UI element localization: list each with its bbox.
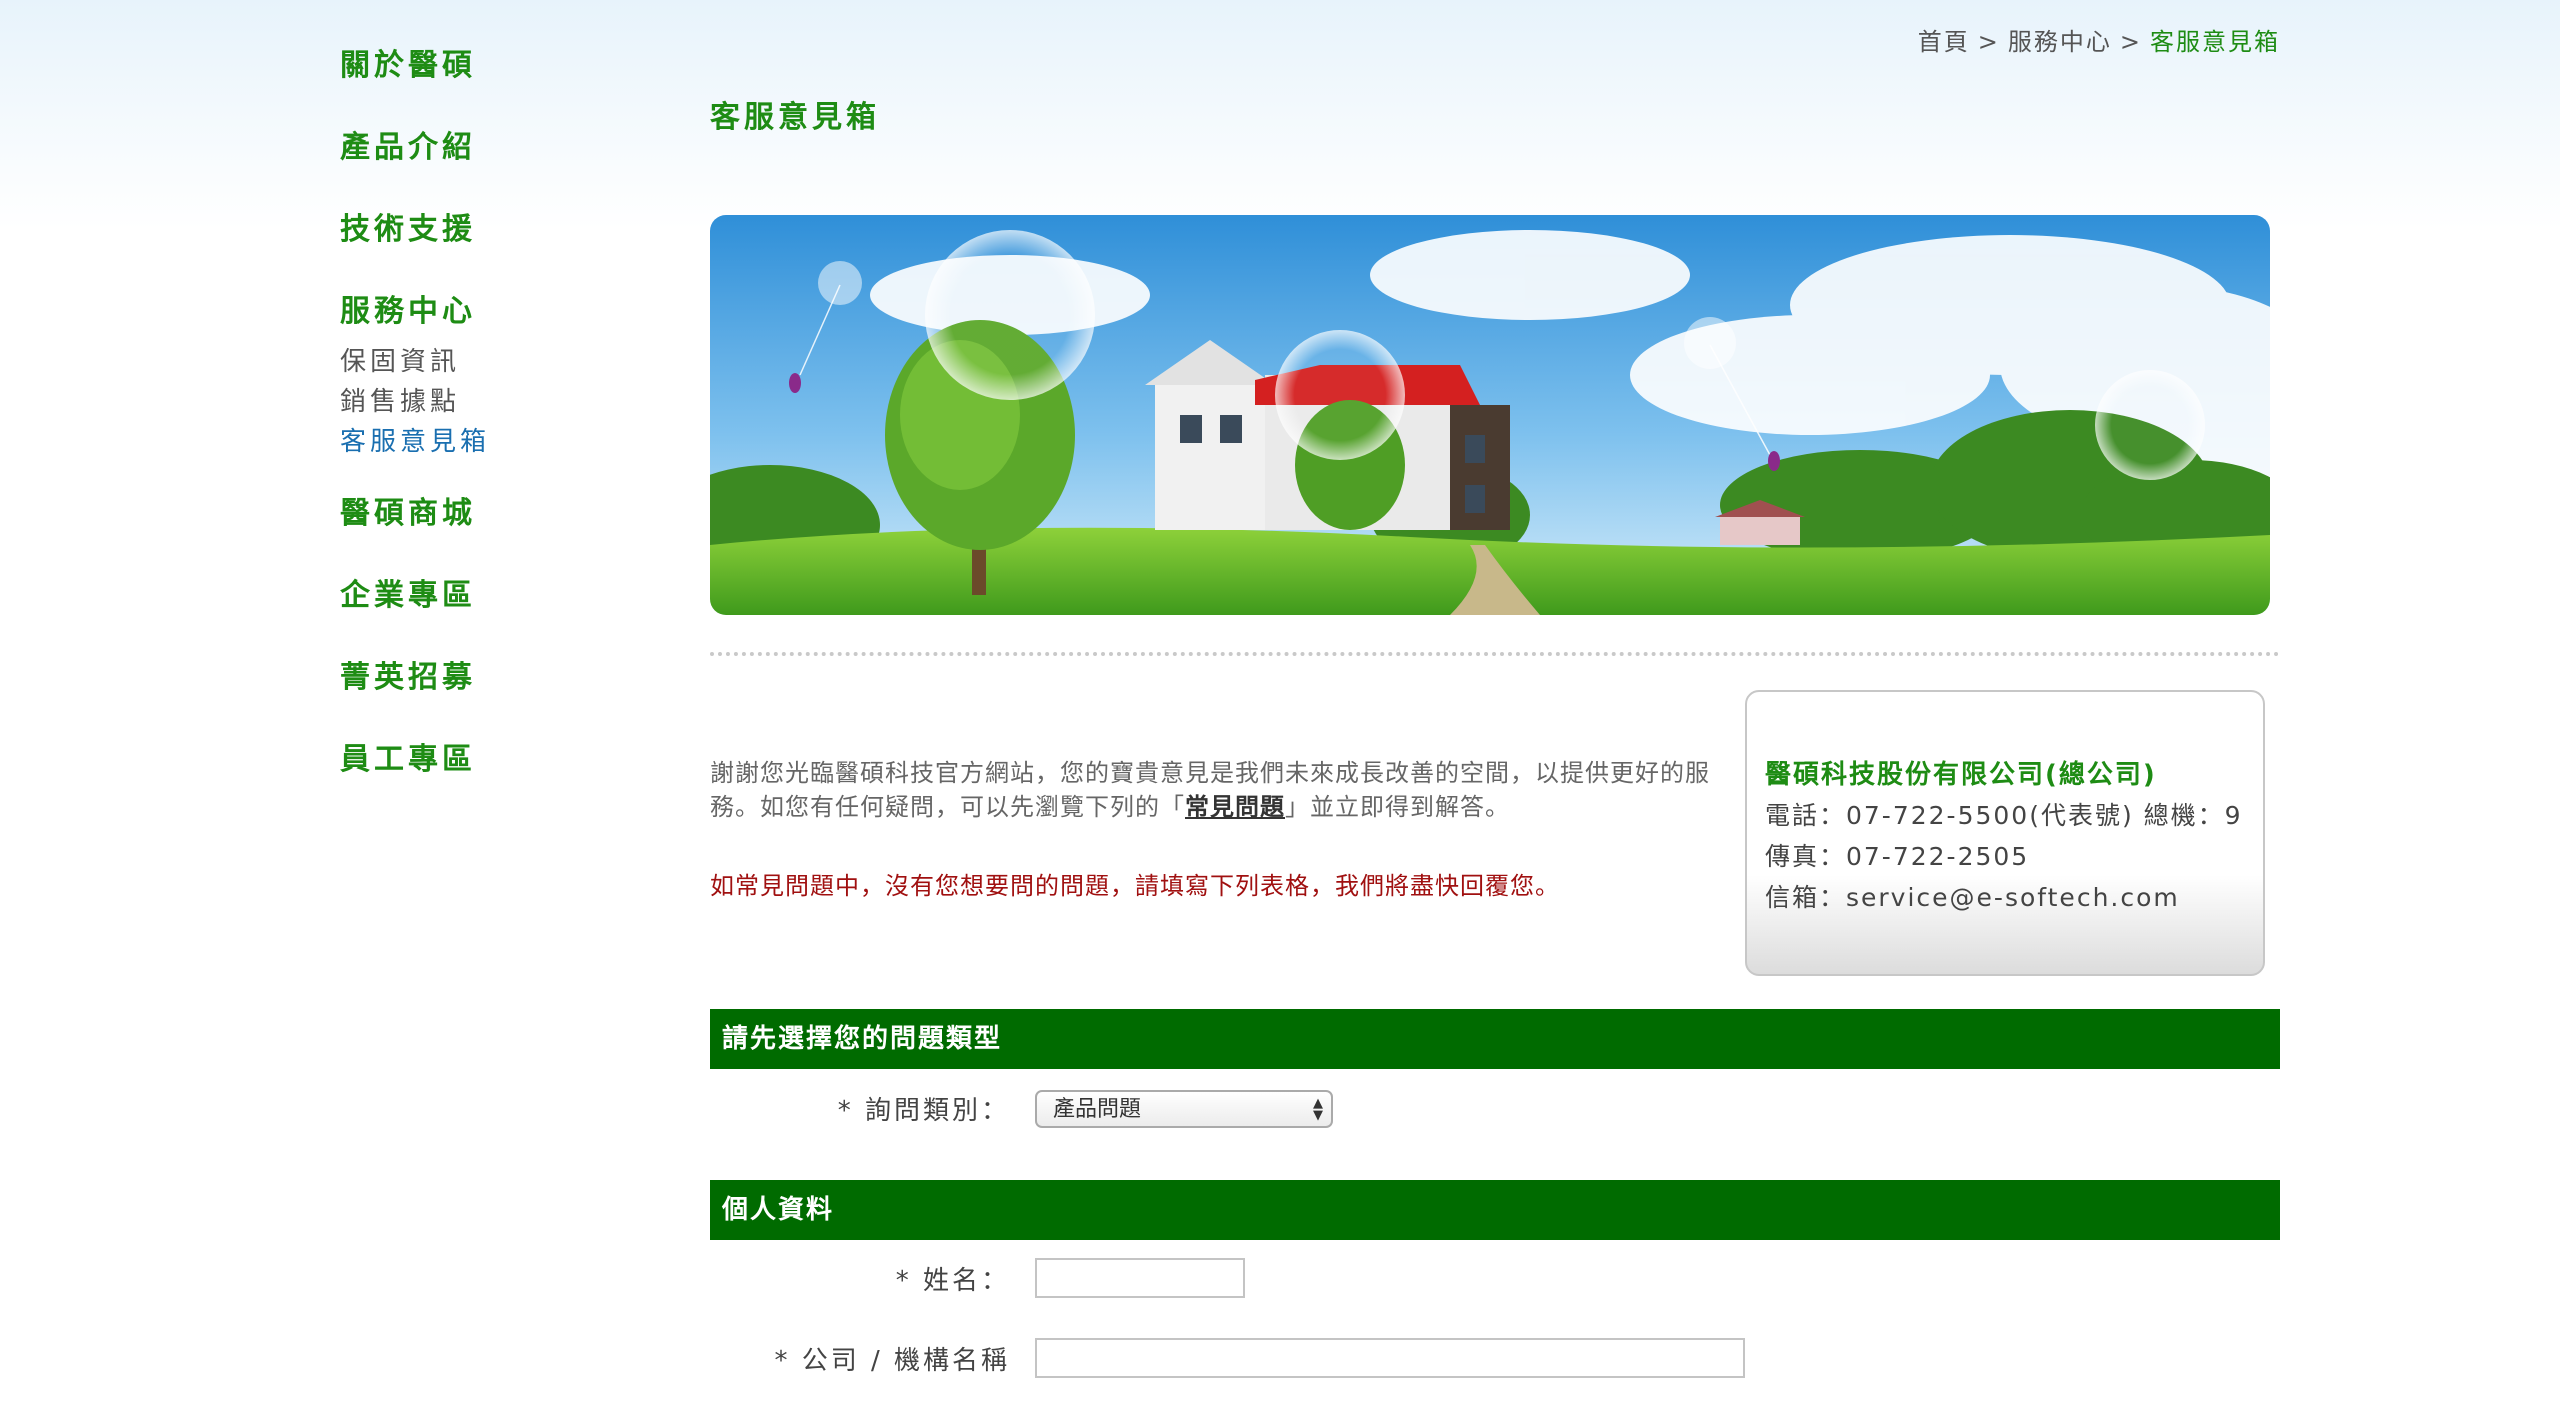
select-arrows-icon: ▲ ▼ [1313, 1096, 1323, 1123]
breadcrumb-service-center[interactable]: 服務中心 [2008, 28, 2112, 56]
nav-warranty-info[interactable]: 保固資訊 [340, 342, 560, 382]
company-input[interactable] [1035, 1338, 1745, 1378]
section-personal-info: 個人資料 [710, 1180, 2280, 1240]
nav-sales-locations[interactable]: 銷售據點 [340, 382, 560, 422]
intro-text-after: 」並立即得到解答。 [1285, 793, 1510, 821]
nav-employees[interactable]: 員工專區 [340, 734, 560, 786]
nav-about[interactable]: 關於醫碩 [340, 40, 560, 92]
nav-feedback-box[interactable]: 客服意見箱 [340, 422, 560, 462]
category-select[interactable]: 產品問題 ▲ ▼ [1035, 1090, 1333, 1128]
breadcrumb-separator: > [2119, 28, 2142, 56]
hero-banner-image [710, 215, 2270, 615]
intro-text: 謝謝您光臨醫碩科技官方網站，您的寶貴意見是我們未來成長改善的空間，以提供更好的服… [710, 756, 1725, 824]
nav-products[interactable]: 產品介紹 [340, 122, 560, 174]
side-navigation: 關於醫碩 產品介紹 技術支援 服務中心 保固資訊 銷售據點 客服意見箱 醫碩商城… [340, 40, 560, 816]
section-question-type: 請先選擇您的問題類型 [710, 1009, 2280, 1069]
contact-fax: 傳真：07-722-2505 [1765, 842, 2030, 871]
breadcrumb: 首頁 > 服務中心 > 客服意見箱 [1918, 22, 2280, 57]
nav-mall[interactable]: 醫碩商城 [340, 488, 560, 540]
contact-email: 信箱：service@e-softech.com [1765, 883, 2180, 912]
name-input[interactable] [1035, 1258, 1245, 1298]
contact-company: 醫碩科技股份有限公司(總公司) [1765, 760, 2157, 790]
category-select-value: 產品問題 [1053, 1097, 1142, 1122]
service-subnav: 保固資訊 銷售據點 客服意見箱 [340, 342, 560, 462]
nav-tech-support[interactable]: 技術支援 [340, 204, 560, 256]
contact-phone: 電話：07-722-5500(代表號) 總機：9 [1765, 801, 2243, 830]
company-label: * 公司 / 機構名稱 [774, 1346, 1010, 1376]
nav-service-center[interactable]: 服務中心 [340, 286, 560, 338]
breadcrumb-home[interactable]: 首頁 [1918, 28, 1970, 56]
name-label: * 姓名： [895, 1266, 1010, 1296]
nav-careers[interactable]: 菁英招募 [340, 652, 560, 704]
form-notice: 如常見問題中，沒有您想要問的問題，請填寫下列表格，我們將盡快回覆您。 [710, 872, 1560, 900]
faq-link[interactable]: 常見問題 [1185, 793, 1285, 821]
breadcrumb-current: 客服意見箱 [2150, 28, 2280, 56]
contact-info-box: 醫碩科技股份有限公司(總公司) 電話：07-722-5500(代表號) 總機：9… [1745, 690, 2265, 976]
page-title: 客服意見箱 [710, 100, 880, 135]
category-label: * 詢問類別： [837, 1096, 1010, 1126]
nav-enterprise[interactable]: 企業專區 [340, 570, 560, 622]
divider [710, 652, 2280, 656]
breadcrumb-separator: > [1977, 28, 2000, 56]
